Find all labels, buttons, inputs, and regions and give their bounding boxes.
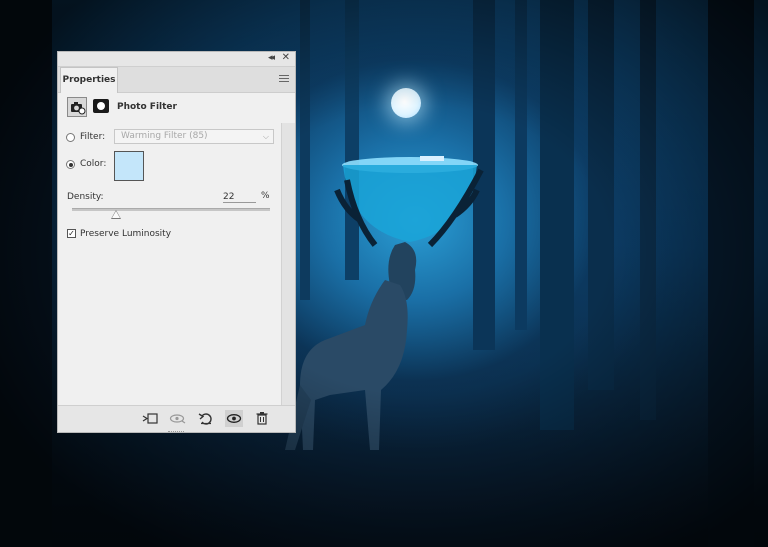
adjustment-header: Photo Filter bbox=[58, 92, 283, 124]
filter-dropdown[interactable]: Warming Filter (85) ⌵ bbox=[114, 129, 274, 144]
filter-dropdown-value: Warming Filter (85) bbox=[121, 131, 208, 141]
density-slider-track[interactable] bbox=[72, 208, 270, 211]
eye-icon[interactable] bbox=[225, 410, 243, 427]
reset-icon[interactable] bbox=[197, 410, 215, 427]
resize-grip[interactable] bbox=[168, 431, 184, 435]
panel-tab-row: Properties bbox=[58, 67, 295, 93]
close-icon[interactable]: ✕ bbox=[282, 52, 290, 63]
panel-bottom-toolbar bbox=[58, 405, 295, 432]
color-label: Color: bbox=[80, 159, 107, 169]
panel-menu-icon[interactable] bbox=[279, 75, 289, 83]
panel-topbar: ◂◂ ✕ bbox=[58, 52, 295, 67]
preserve-luminosity-checkbox[interactable]: ✓ bbox=[67, 229, 76, 238]
color-swatch[interactable] bbox=[114, 151, 144, 181]
preserve-luminosity-label: Preserve Luminosity bbox=[80, 229, 172, 239]
camera-filter-adjustment-icon[interactable] bbox=[67, 97, 87, 117]
density-input[interactable]: 22 bbox=[223, 192, 256, 203]
density-unit: % bbox=[261, 191, 270, 201]
panel-title: Photo Filter bbox=[117, 102, 177, 112]
double-chevron-left-icon[interactable]: ◂◂ bbox=[268, 53, 275, 63]
density-slider-thumb[interactable] bbox=[110, 210, 121, 219]
color-radio[interactable] bbox=[66, 160, 75, 169]
layer-mask-icon[interactable] bbox=[93, 99, 109, 113]
tab-properties[interactable]: Properties bbox=[60, 67, 118, 93]
properties-panel: ◂◂ ✕ Properties Photo Filter Filter: War… bbox=[57, 51, 296, 433]
filter-label: Filter: bbox=[80, 132, 106, 142]
view-previous-state-icon[interactable] bbox=[169, 410, 187, 427]
density-label: Density: bbox=[67, 192, 104, 202]
trash-icon[interactable] bbox=[253, 410, 271, 427]
clip-to-layer-icon[interactable] bbox=[141, 410, 159, 427]
filter-radio[interactable] bbox=[66, 133, 75, 142]
chevron-down-icon: ⌵ bbox=[262, 132, 269, 141]
panel-scrollbar[interactable] bbox=[281, 123, 295, 406]
